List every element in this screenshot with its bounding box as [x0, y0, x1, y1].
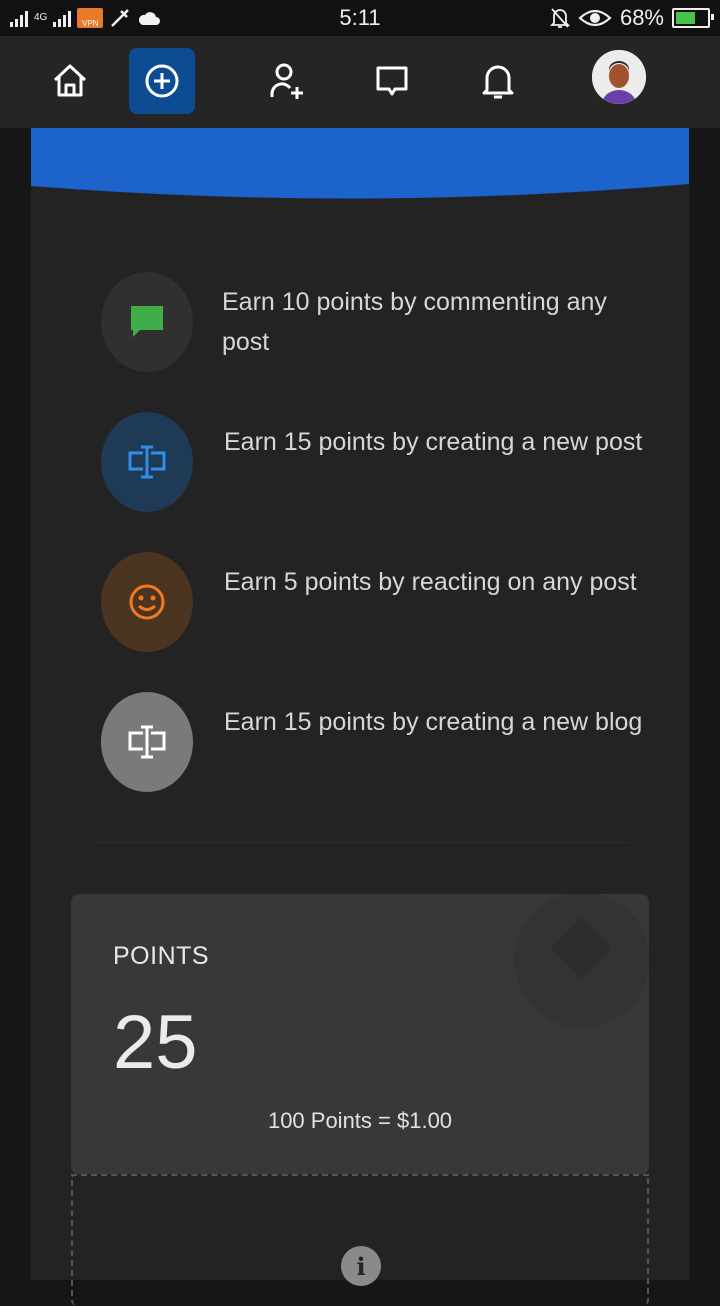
nav-home-button[interactable] — [37, 48, 103, 114]
chat-icon — [376, 66, 408, 96]
points-value: 25 — [113, 1000, 198, 1085]
status-bar: 4G VPN 5:11 68% — [0, 0, 720, 36]
earn-item-post: Earn 15 points by creating a new post — [101, 412, 661, 512]
points-summary: POINTS 25 100 Points = $1.00 — [71, 894, 649, 1174]
home-icon — [53, 64, 87, 97]
info-icon[interactable]: i — [341, 1246, 381, 1286]
avatar-image — [592, 50, 646, 104]
avatar[interactable] — [592, 50, 646, 104]
earn-item-comment: Earn 10 points by commenting any post — [101, 272, 661, 372]
earn-icon-bubble — [101, 692, 193, 792]
nav-notifications-button[interactable] — [465, 48, 531, 114]
points-decoration-icon — [514, 894, 649, 1028]
earn-item-text: Earn 15 points by creating a new blog — [224, 708, 643, 736]
nav-create-button[interactable] — [129, 48, 195, 114]
earn-item-text: Earn 10 points by commenting any post — [222, 288, 607, 356]
status-right: 68% — [549, 5, 714, 31]
nav-messages-button[interactable] — [359, 48, 425, 114]
points-label: POINTS — [113, 942, 210, 970]
rewards-card: Earn 10 points by commenting any post Ea… — [31, 128, 689, 1306]
battery-icon — [672, 8, 714, 28]
top-navigation — [0, 36, 720, 128]
points-conversion-rate: 100 Points = $1.00 — [267, 1108, 453, 1133]
earn-item-text: Earn 5 points by reacting on any post — [224, 568, 637, 596]
bell-icon — [482, 65, 514, 99]
smiley-icon — [129, 584, 165, 620]
info-panel: i — [71, 1174, 649, 1306]
earn-item-text: Earn 15 points by creating a new post — [224, 428, 643, 456]
text-cursor-icon — [128, 725, 166, 759]
bell-off-icon — [549, 8, 570, 28]
earn-item-blog: Earn 15 points by creating a new blog — [101, 692, 661, 792]
text-cursor-icon — [128, 445, 166, 479]
add-circle-icon — [145, 64, 179, 98]
header-banner — [31, 128, 689, 199]
eye-icon — [578, 9, 612, 27]
earn-icon-bubble — [101, 412, 193, 512]
nav-add-friend-button[interactable] — [254, 48, 320, 114]
add-user-icon — [270, 63, 303, 99]
comment-icon — [131, 306, 163, 337]
battery-percent: 68% — [619, 5, 664, 30]
earn-icon-bubble — [101, 272, 193, 372]
earn-icon-bubble — [101, 552, 193, 652]
earn-item-react: Earn 5 points by reacting on any post — [101, 552, 661, 652]
section-divider — [91, 842, 631, 843]
